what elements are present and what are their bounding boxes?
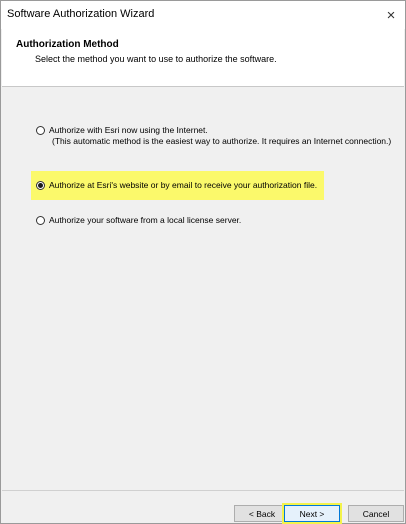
option-license-server[interactable]: Authorize your software from a local lic… xyxy=(36,215,241,226)
radio-button-internet[interactable] xyxy=(36,126,45,135)
footer-divider xyxy=(2,490,404,491)
option-license-server-label: Authorize your software from a local lic… xyxy=(49,215,242,225)
option-website-email[interactable]: Authorize at Esri's website or by email … xyxy=(36,180,317,191)
page-description: Select the method you want to use to aut… xyxy=(35,54,277,64)
option-internet-label: Authorize with Esri now using the Intern… xyxy=(49,125,208,135)
next-button[interactable]: Next > xyxy=(282,503,342,524)
options-panel: Authorize with Esri now using the Intern… xyxy=(2,87,404,490)
radio-button-license-server[interactable] xyxy=(36,216,45,225)
option-internet-note: (This automatic method is the easiest wa… xyxy=(52,136,392,146)
window-title: Software Authorization Wizard xyxy=(7,8,155,20)
option-internet[interactable]: Authorize with Esri now using the Intern… xyxy=(36,125,391,147)
page-title: Authorization Method xyxy=(16,39,119,50)
wizard-window: Software Authorization Wizard × Authoriz… xyxy=(0,0,406,524)
wizard-header: Authorization Method Select the method y… xyxy=(2,29,404,87)
radio-button-website-email[interactable] xyxy=(36,181,45,190)
close-icon: × xyxy=(386,6,396,24)
title-bar: Software Authorization Wizard × xyxy=(1,1,405,29)
back-button[interactable]: < Back xyxy=(234,505,290,522)
cancel-button[interactable]: Cancel xyxy=(348,505,404,522)
option-website-email-label: Authorize at Esri's website or by email … xyxy=(49,180,318,190)
radio-selected-dot xyxy=(38,183,43,188)
close-button[interactable]: × xyxy=(377,1,405,29)
